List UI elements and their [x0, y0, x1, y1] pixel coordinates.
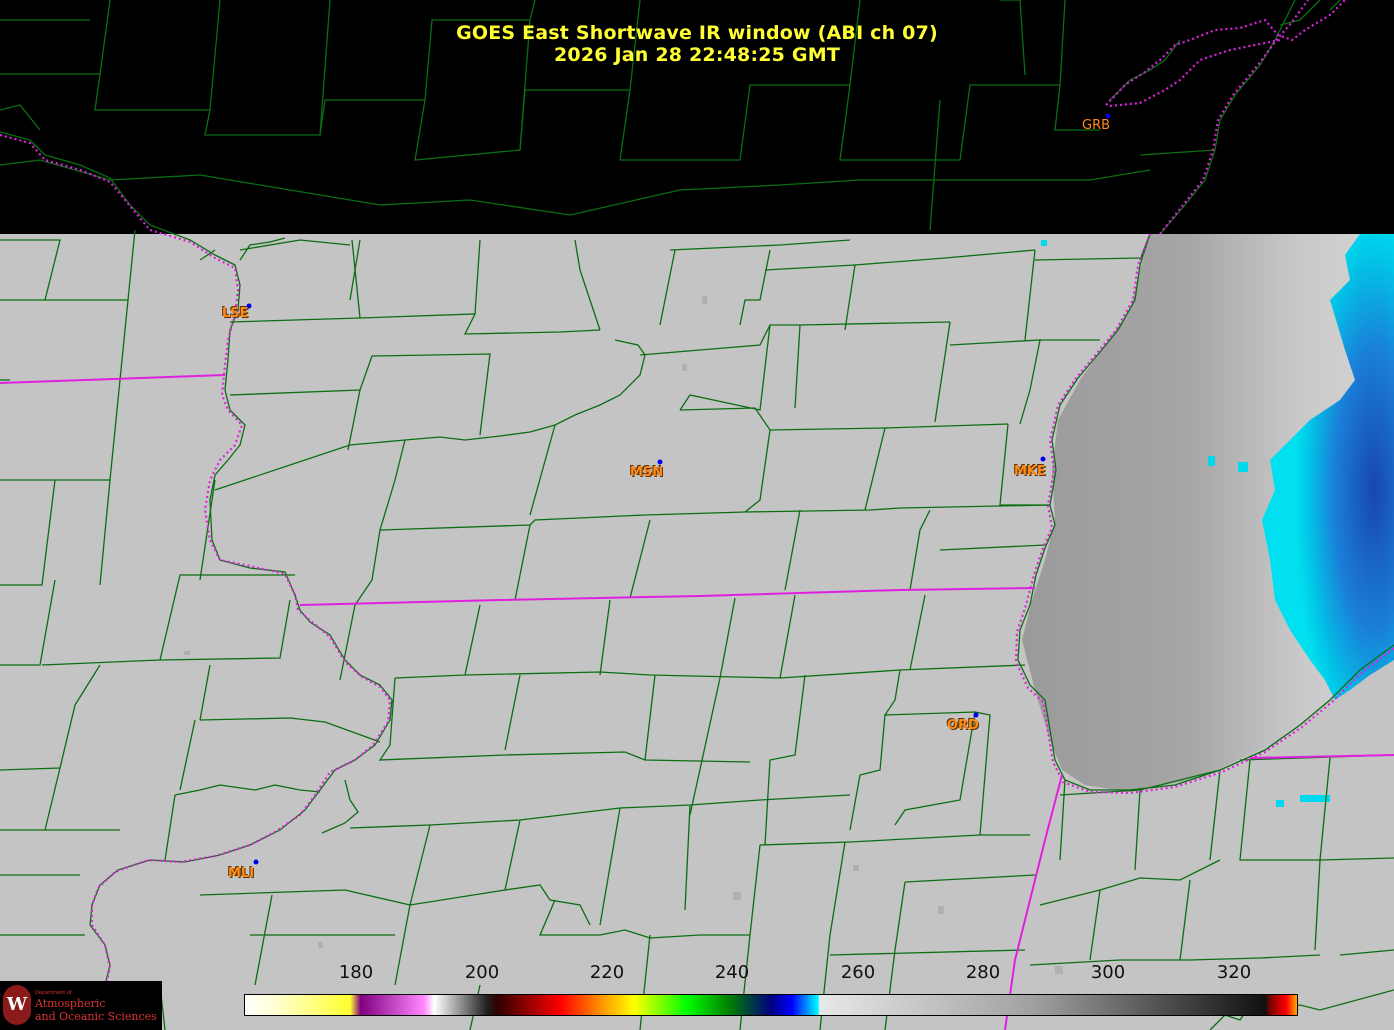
satellite-map: [0, 0, 1394, 1030]
colorbar-tick-240: 240: [714, 962, 750, 983]
station-label-grb: GRB: [1082, 118, 1111, 133]
colorbar-tick-220: 220: [589, 962, 625, 983]
station-dot-msn: [657, 459, 663, 465]
station-dot-mli: [253, 859, 259, 865]
colorbar-tick-260: 260: [840, 962, 876, 983]
cloud-fleck: [1238, 462, 1248, 472]
temperature-colorbar: [244, 994, 1298, 1016]
colorbar-tick-300: 300: [1090, 962, 1126, 983]
colorbar-tick-280: 280: [965, 962, 1001, 983]
logo-line-1: Atmospheric: [35, 997, 106, 1010]
colorbar-tick-180: 180: [338, 962, 374, 983]
station-dot-mke: [1040, 456, 1046, 462]
station-label-msn: MSN: [630, 465, 664, 480]
station-dot-ord: [973, 712, 979, 718]
logo-department-text: Department of: [35, 990, 72, 996]
logo-line-2: and Oceanic Sciences: [35, 1010, 157, 1023]
station-label-mke: MKE: [1014, 464, 1046, 479]
station-label-lse: LSE: [222, 306, 249, 321]
station-label-ord: ORD: [947, 718, 979, 733]
colorbar-tick-200: 200: [464, 962, 500, 983]
station-label-mli: MLI: [228, 866, 255, 881]
image-title: GOES East Shortwave IR window (ABI ch 07…: [456, 22, 938, 44]
image-timestamp: 2026 Jan 28 22:48:25 GMT: [554, 44, 840, 66]
cloud-fleck: [1208, 456, 1215, 466]
aos-logo: W Department of Atmospheric and Oceanic …: [0, 981, 162, 1030]
uw-seal-icon: W: [3, 985, 31, 1025]
cloud-fleck: [1041, 240, 1047, 246]
cloud-fleck: [1276, 800, 1284, 807]
colorbar-tick-320: 320: [1216, 962, 1252, 983]
